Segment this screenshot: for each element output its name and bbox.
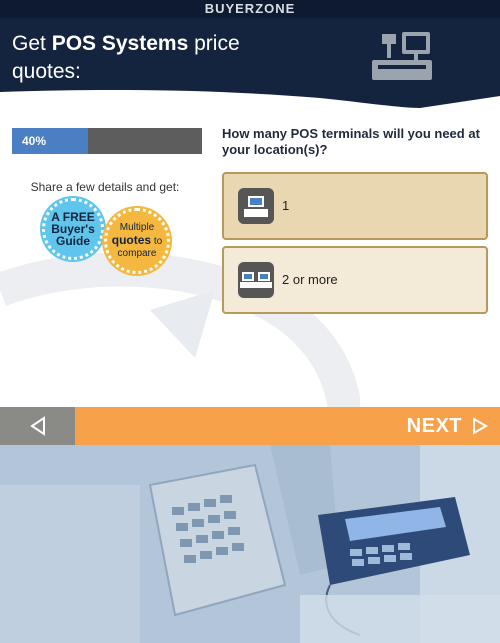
- option-one-terminal[interactable]: 1: [222, 172, 488, 240]
- brand-bar: BUYERZONE: [0, 0, 500, 18]
- option-two-label: 2 or more: [282, 272, 338, 287]
- chevron-left-icon: [30, 416, 45, 436]
- option-two-or-more[interactable]: 2 or more: [222, 246, 488, 314]
- single-terminal-icon: [238, 188, 274, 224]
- brand-logo: BUYERZONE: [204, 1, 296, 16]
- multiple-terminals-icon: [238, 262, 274, 298]
- page-title: Get POS Systems price quotes:: [12, 30, 312, 86]
- share-details-text: Share a few details and get:: [30, 180, 180, 194]
- back-button[interactable]: [0, 407, 75, 445]
- photo-illustration: [0, 445, 500, 643]
- progress-label: 40%: [22, 134, 47, 148]
- pos-register-icon: [372, 32, 432, 80]
- header-wave: [0, 90, 500, 110]
- question-text: How many POS terminals will you need at …: [222, 126, 480, 157]
- multiple-quotes-badge: Multiple quotes to compare: [104, 208, 170, 274]
- title-prefix: Get: [12, 32, 52, 55]
- chevron-right-icon: [473, 417, 488, 435]
- navigation-bar: NEXT: [0, 407, 500, 445]
- option-one-label: 1: [282, 198, 290, 213]
- title-product: POS Systems: [51, 32, 189, 55]
- progress-bar: 40%: [12, 128, 202, 154]
- next-button[interactable]: NEXT: [340, 407, 500, 445]
- guide-line3: Guide: [55, 234, 90, 248]
- page-header: BUYERZONE Get POS Systems price quotes:: [0, 0, 500, 110]
- quotes-line3: compare: [117, 248, 157, 259]
- quotes-bold: quotes: [111, 233, 152, 247]
- free-guide-badge: A FREE Buyer's Guide: [42, 198, 104, 260]
- quotes-to: to: [151, 236, 163, 247]
- pos-terminal-photo: [0, 445, 500, 643]
